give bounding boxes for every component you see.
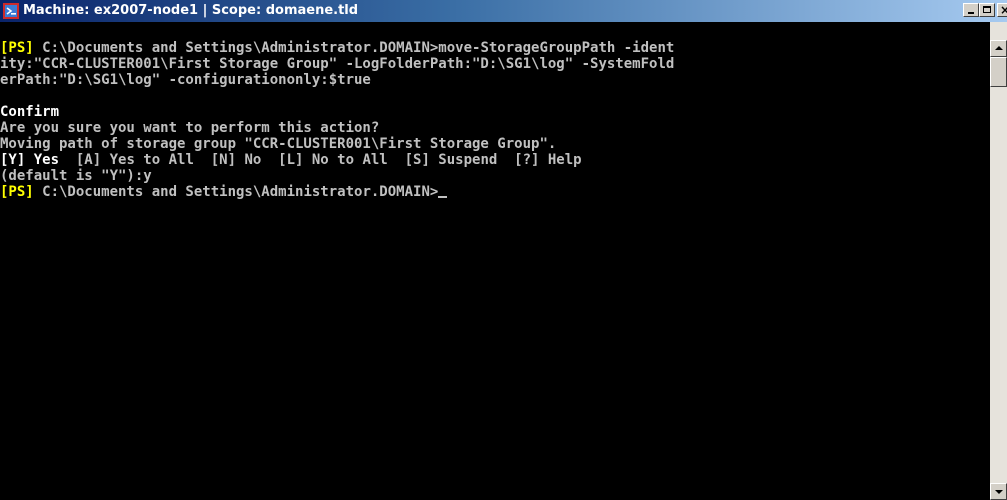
minimize-button[interactable] xyxy=(963,3,979,17)
minimize-icon xyxy=(968,12,974,14)
console-line: ity:"CCR-CLUSTER001\First Storage Group"… xyxy=(0,56,674,72)
console-output[interactable]: [PS] C:\Documents and Settings\Administr… xyxy=(0,22,990,500)
title-bar[interactable]: Machine: ex2007-node1 | Scope: domaene.t… xyxy=(0,0,1007,22)
vertical-scrollbar[interactable] xyxy=(990,22,1007,500)
console-text: (default is "Y"):y xyxy=(0,168,152,184)
console-text: erPath:"D:\SG1\log" -configurationonly:$… xyxy=(0,72,371,88)
console-line: erPath:"D:\SG1\log" -configurationonly:$… xyxy=(0,72,674,88)
console-text: C:\Documents and Settings\Administrator.… xyxy=(33,40,675,56)
console-text: ity:"CCR-CLUSTER001\First Storage Group"… xyxy=(0,56,675,72)
window-title: Machine: ex2007-node1 | Scope: domaene.t… xyxy=(23,3,359,18)
console-window: Machine: ex2007-node1 | Scope: domaene.t… xyxy=(0,0,1007,500)
text-cursor xyxy=(438,196,448,198)
close-button[interactable]: × xyxy=(997,3,1007,17)
close-icon: × xyxy=(1000,3,1007,17)
console-text: Moving path of storage group "CCR-CLUSTE… xyxy=(0,136,557,152)
arrow-up-icon xyxy=(995,46,1003,50)
console-text: Are you sure you want to perform this ac… xyxy=(0,120,380,136)
console-line: Are you sure you want to perform this ac… xyxy=(0,120,674,136)
prompt-tag: [PS] xyxy=(0,40,34,56)
scroll-up-button[interactable] xyxy=(990,40,1007,57)
console-text: Confirm xyxy=(0,104,60,120)
maximize-icon xyxy=(983,6,991,13)
console-lines: [PS] C:\Documents and Settings\Administr… xyxy=(0,40,674,200)
arrow-down-icon xyxy=(995,490,1003,494)
console-text: C:\Documents and Settings\Administrator.… xyxy=(33,184,439,200)
console-line: [PS] C:\Documents and Settings\Administr… xyxy=(0,40,674,56)
prompt-tag: [PS] xyxy=(0,184,34,200)
default-choice: [Y] Yes xyxy=(0,152,60,168)
maximize-button[interactable] xyxy=(979,3,995,17)
console-line: [PS] C:\Documents and Settings\Administr… xyxy=(0,184,674,200)
scroll-thumb[interactable] xyxy=(990,57,1007,87)
console-line: Confirm xyxy=(0,104,674,120)
console-text: [A] Yes to All [N] No [L] No to All [S] … xyxy=(59,152,582,168)
scroll-down-button[interactable] xyxy=(990,483,1007,500)
console-line: (default is "Y"):y xyxy=(0,168,674,184)
powershell-icon xyxy=(3,3,19,19)
console-line: [Y] Yes [A] Yes to All [N] No [L] No to … xyxy=(0,152,674,168)
console-line: Moving path of storage group "CCR-CLUSTE… xyxy=(0,136,674,152)
